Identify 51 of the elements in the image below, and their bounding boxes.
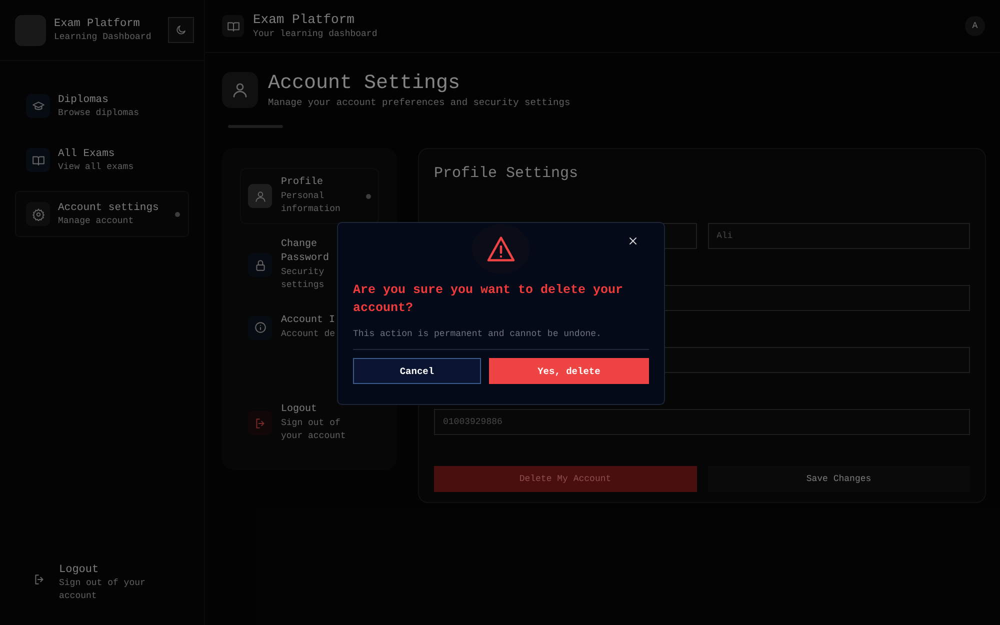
delete-account-button[interactable]: Delete My Account <box>434 466 696 492</box>
menu-sublabel: Sign out of your account <box>281 417 347 443</box>
delete-confirm-button[interactable]: Yes, delete <box>488 358 649 384</box>
menu-label: Change Password <box>281 238 330 266</box>
dialog-message: This action is permanent and cannot be undone. <box>353 329 649 350</box>
page-subtitle: Manage your account preferences and security settings <box>268 97 570 108</box>
logout-icon <box>254 416 266 430</box>
brand-subtitle: Learning Dashboard <box>54 30 152 44</box>
user-icon <box>254 190 266 202</box>
header-subtitle: Your learning dashboard <box>253 28 378 40</box>
avatar[interactable]: A <box>965 16 985 36</box>
menu-label: Account I <box>281 314 336 328</box>
header-title: Exam Platform <box>253 12 356 28</box>
user-icon <box>231 80 249 98</box>
brand-title: Exam Platform <box>54 16 141 30</box>
book-icon <box>226 20 240 32</box>
settings-icon <box>32 208 44 220</box>
warning-icon <box>486 234 516 264</box>
page-title: Account Settings <box>268 71 462 97</box>
active-dot <box>175 212 180 216</box>
logout-icon <box>32 572 46 586</box>
active-dot <box>366 194 371 198</box>
nav-sublabel: Manage account <box>58 214 135 228</box>
menu-label: Profile <box>281 176 324 190</box>
menu-sublabel: Account de <box>281 328 336 341</box>
menu-sublabel: Personal information <box>281 190 342 216</box>
graduation-cap-icon <box>32 100 44 112</box>
logout-label: Logout <box>59 563 100 577</box>
theme-toggle-button[interactable] <box>168 17 194 43</box>
lock-icon <box>254 258 266 272</box>
nav-label: Diplomas <box>58 92 110 106</box>
nav-label: All Exams <box>58 146 116 160</box>
dialog-title: Are you sure you want to delete your account? <box>353 282 624 317</box>
logout-item[interactable]: Logout Sign out of your account <box>0 563 204 625</box>
nav-item[interactable]: All Exams View all exams <box>15 137 189 183</box>
profile-title: Profile Settings <box>434 165 580 182</box>
nav-label: Account settings <box>58 200 159 214</box>
nav-item[interactable]: Account settings Manage account <box>15 191 189 237</box>
logout-sublabel: Sign out of your account <box>59 577 146 603</box>
save-button[interactable]: Save Changes <box>708 466 970 492</box>
nav-sublabel: Browse diplomas <box>58 106 140 120</box>
nav-item[interactable]: Diplomas Browse diplomas <box>15 83 189 129</box>
menu-sublabel: Security settings <box>281 266 326 292</box>
info-icon <box>254 321 266 334</box>
cancel-button[interactable]: Cancel <box>353 358 481 384</box>
book-icon <box>32 154 44 166</box>
logout-item[interactable]: Logout Sign out of your account <box>240 395 379 451</box>
close-icon <box>627 235 639 247</box>
menu-label: Logout <box>281 403 318 417</box>
moon-icon <box>175 24 187 36</box>
nav-sublabel: View all exams <box>58 160 134 174</box>
